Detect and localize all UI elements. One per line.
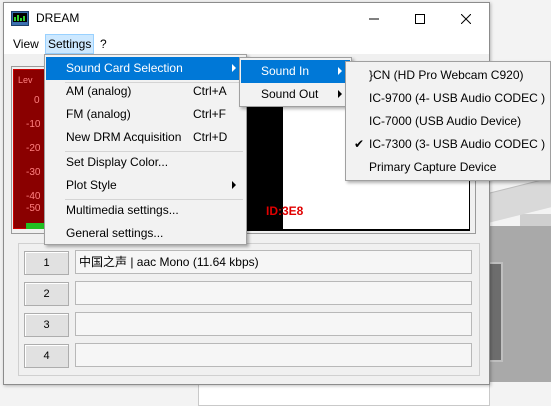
level-label: Lev <box>18 75 33 85</box>
close-icon <box>461 13 471 24</box>
background-window <box>198 383 490 406</box>
menu-item-sound-out[interactable]: Sound Out <box>241 83 350 106</box>
level-scale-0: 0 <box>34 95 40 106</box>
level-scale-40: -40 <box>26 191 41 202</box>
service-button-3[interactable]: 3 <box>24 313 69 337</box>
service-label-3 <box>75 312 472 336</box>
service-label-2 <box>75 281 472 305</box>
menu-item-new-drm-acquisition[interactable]: New DRM Acquisition Ctrl+D <box>46 126 245 149</box>
menu-item-plot-style[interactable]: Plot Style <box>46 174 245 197</box>
service-label-1: 中国之声 | aac Mono (11.64 kbps) <box>75 250 472 274</box>
title-bar[interactable]: DREAM <box>4 3 489 34</box>
menu-item-fm[interactable]: FM (analog) Ctrl+F <box>46 103 245 126</box>
level-meter: Lev 0 -10 -20 -30 -40 -50 <box>13 69 45 229</box>
sound-in-submenu: }CN (HD Pro Webcam C920) IC-9700 (4- USB… <box>345 61 551 181</box>
menu-item-sound-in-ic7300[interactable]: ✔ IC-7300 (3- USB Audio CODEC ) <box>347 133 549 156</box>
maximize-icon <box>415 13 425 24</box>
menu-bar: View Settings ? <box>4 34 489 54</box>
menu-item-sound-in-webcam[interactable]: }CN (HD Pro Webcam C920) <box>347 64 549 87</box>
app-icon <box>11 11 29 26</box>
submenu-arrow-icon <box>232 64 236 72</box>
minimize-button[interactable] <box>351 3 397 34</box>
menu-item-sound-in-ic7000[interactable]: IC-7000 (USB Audio Device) <box>347 110 549 133</box>
close-button[interactable] <box>443 3 489 34</box>
level-indicator <box>26 223 44 229</box>
window-title: DREAM <box>36 11 80 25</box>
station-id-label: ID:3E8 <box>266 204 304 218</box>
service-button-4[interactable]: 4 <box>24 344 69 368</box>
menu-item-sound-card-selection[interactable]: Sound Card Selection <box>46 57 245 80</box>
menu-item-sound-in-ic9700[interactable]: IC-9700 (4- USB Audio CODEC ) <box>347 87 549 110</box>
level-scale-30: -30 <box>26 167 41 178</box>
service-button-1[interactable]: 1 <box>24 251 69 275</box>
submenu-arrow-icon <box>338 90 342 98</box>
submenu-arrow-icon <box>338 67 342 75</box>
menu-view[interactable]: View <box>11 34 41 54</box>
menu-item-multimedia-settings[interactable]: Multimedia settings... <box>46 199 245 222</box>
level-scale-50: -50 <box>26 203 41 214</box>
menu-item-set-display-color[interactable]: Set Display Color... <box>46 151 245 174</box>
sound-card-submenu: Sound In Sound Out <box>239 57 352 107</box>
level-scale-10: -10 <box>26 119 41 130</box>
checkmark-icon: ✔ <box>354 137 365 151</box>
settings-menu: Sound Card Selection AM (analog) Ctrl+A F… <box>44 54 247 245</box>
service-label-4 <box>75 343 472 367</box>
level-scale-20: -20 <box>26 143 41 154</box>
menu-item-sound-in[interactable]: Sound In <box>241 60 350 83</box>
menu-item-am[interactable]: AM (analog) Ctrl+A <box>46 80 245 103</box>
maximize-button[interactable] <box>397 3 443 34</box>
minimize-icon <box>369 18 379 19</box>
menu-settings[interactable]: Settings <box>45 34 95 54</box>
submenu-arrow-icon <box>232 181 236 189</box>
service-button-2[interactable]: 2 <box>24 282 69 306</box>
menu-item-sound-in-primary[interactable]: Primary Capture Device <box>347 156 549 179</box>
menu-item-general-settings[interactable]: General settings... <box>46 222 245 245</box>
menu-help[interactable]: ? <box>98 34 109 54</box>
